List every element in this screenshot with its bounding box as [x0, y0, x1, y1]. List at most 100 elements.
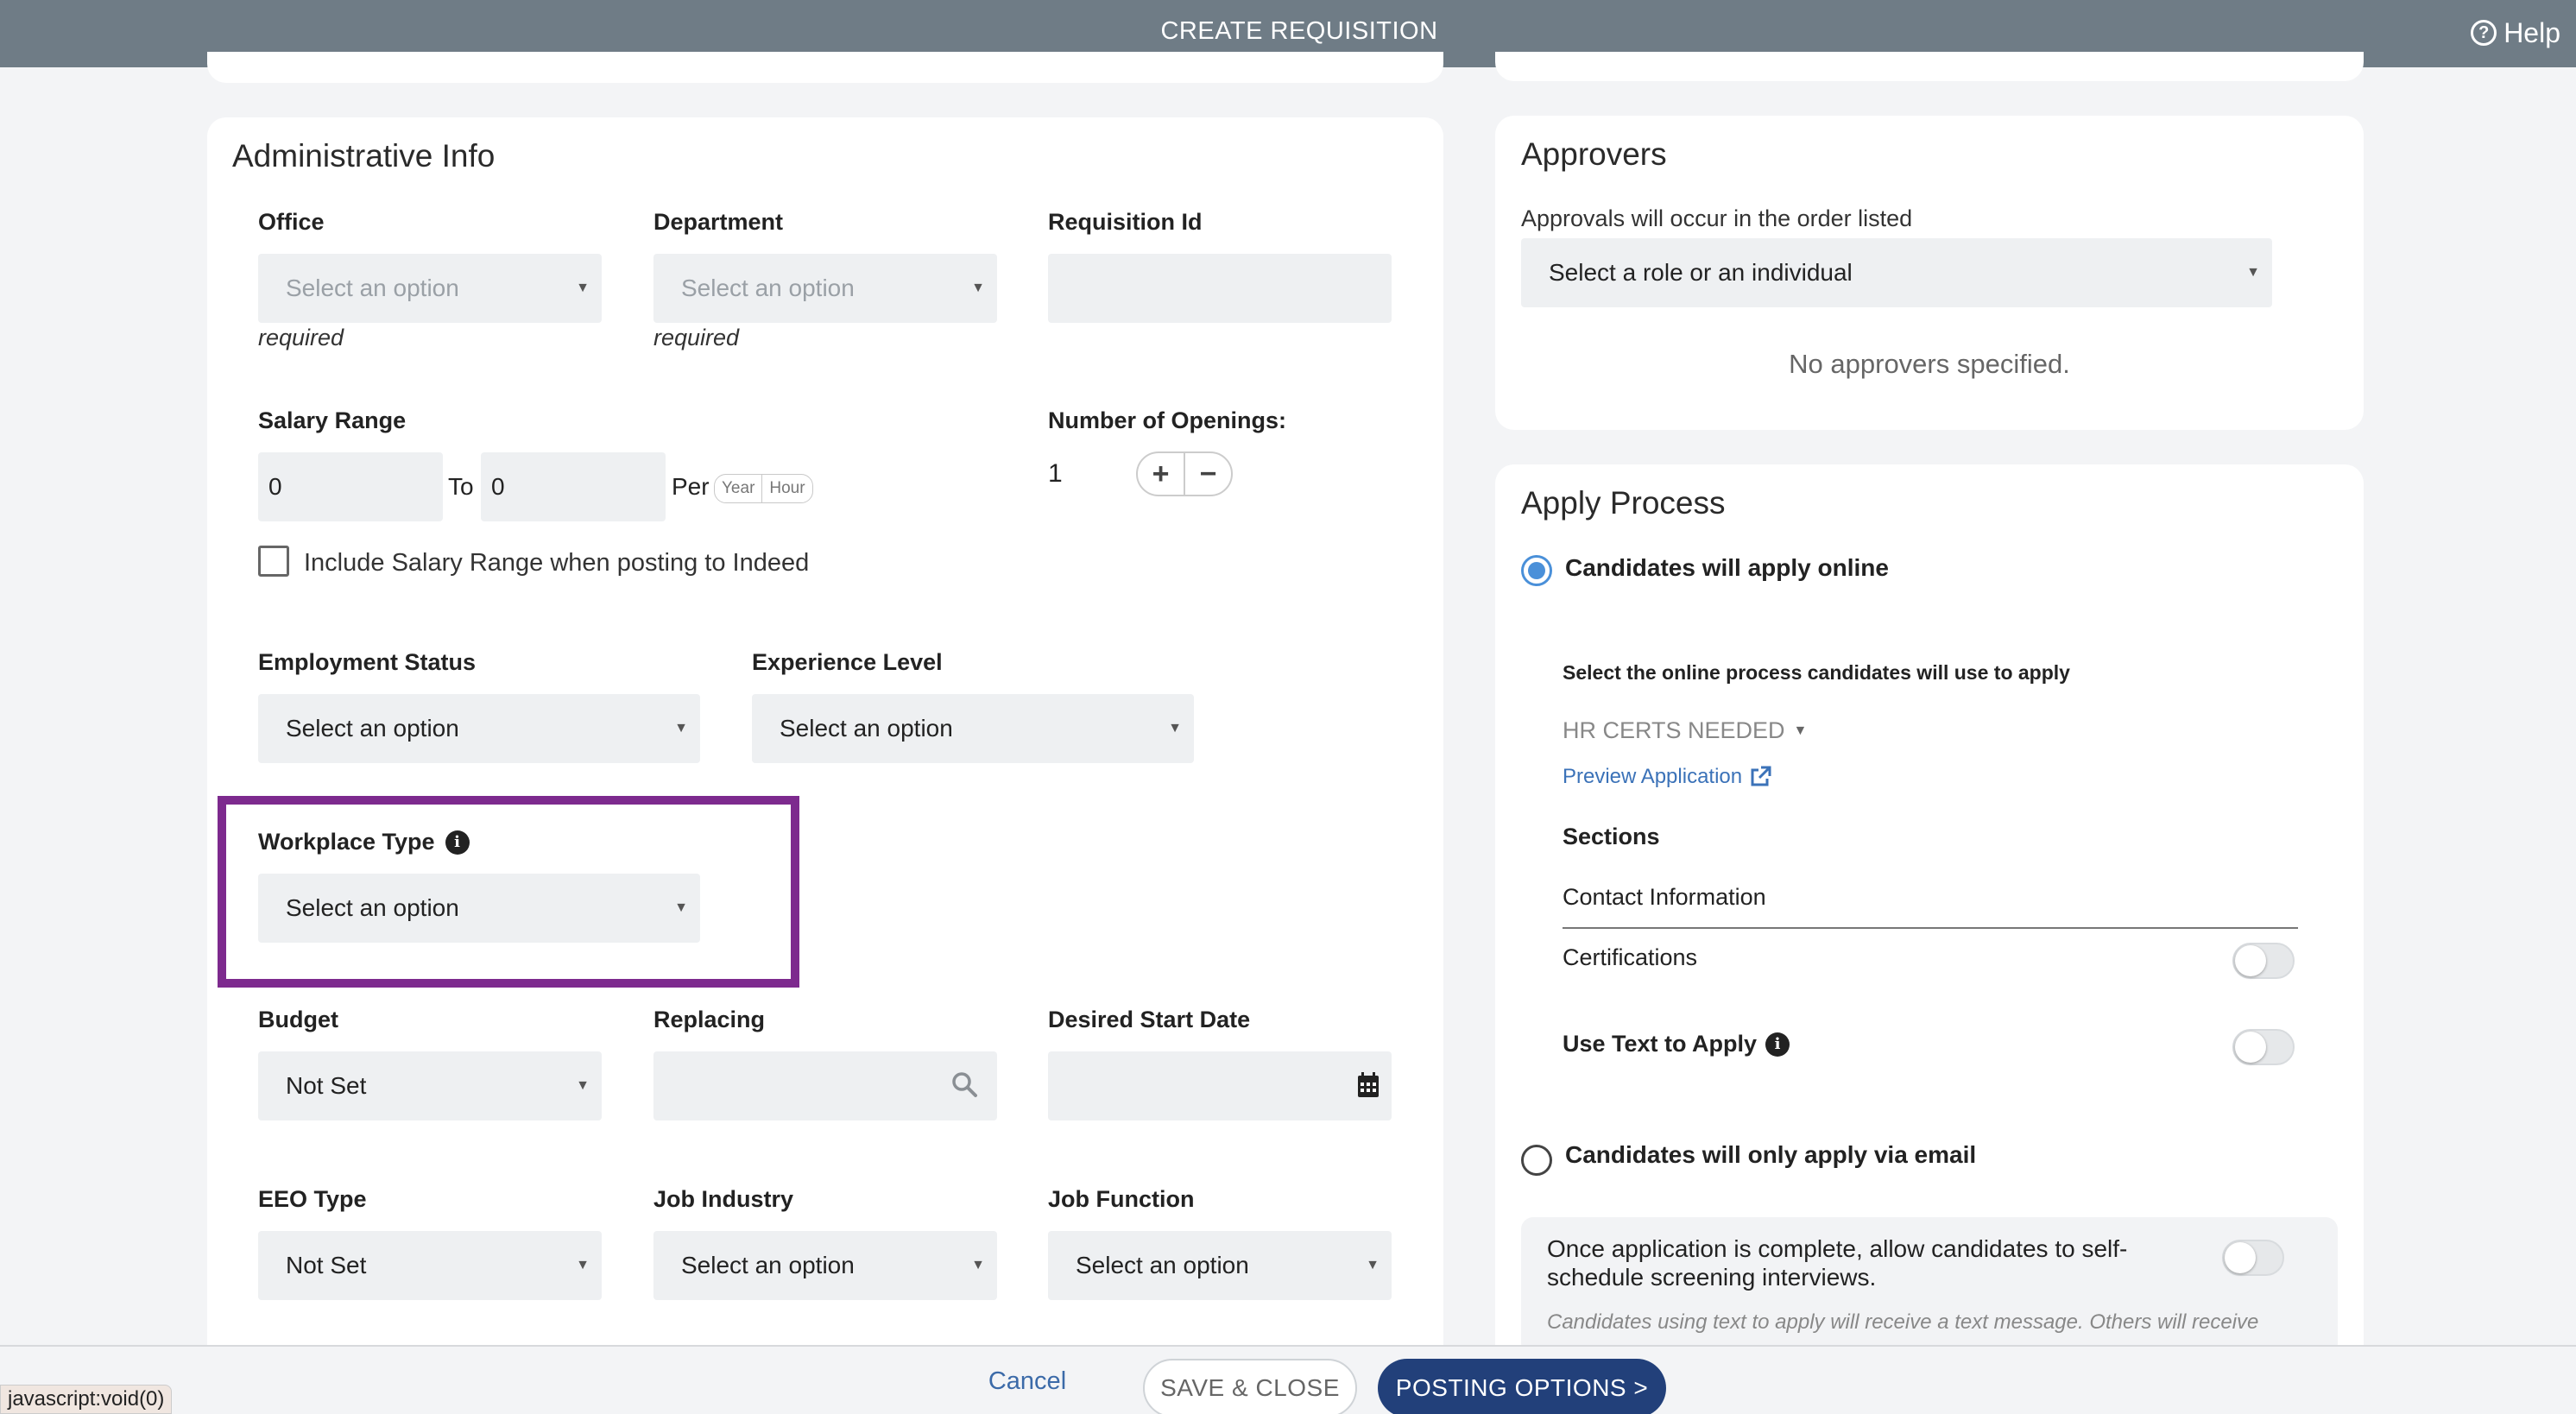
save-close-button[interactable]: SAVE & CLOSE: [1143, 1359, 1357, 1414]
posting-options-button[interactable]: POSTING OPTIONS >: [1378, 1359, 1666, 1414]
help-label: Help: [2503, 16, 2560, 48]
workplace-type-label-row: Workplace Type i: [258, 829, 470, 855]
workplace-type-select[interactable]: Select an option ▼: [258, 874, 700, 943]
desired-start-date-input[interactable]: [1048, 1051, 1392, 1120]
job-industry-select[interactable]: Select an option ▼: [653, 1231, 997, 1300]
previous-card-bottom-right: [1495, 52, 2364, 81]
chevron-down-icon: ▼: [576, 1078, 590, 1093]
salary-period-toggle[interactable]: Year Hour: [714, 474, 813, 503]
calendar-icon[interactable]: [1357, 1072, 1380, 1098]
previous-card-bottom: [207, 52, 1443, 83]
include-salary-checkbox[interactable]: [258, 546, 289, 577]
sections-label: Sections: [1563, 824, 1660, 849]
salary-from-value: 0: [268, 473, 282, 500]
employment-status-value: Select an option: [286, 715, 459, 742]
department-label: Department: [653, 209, 784, 235]
salary-to-input[interactable]: 0: [481, 452, 666, 521]
radio-dot: [1528, 562, 1545, 579]
job-function-value: Select an option: [1076, 1252, 1249, 1278]
text-to-apply-toggle[interactable]: [2232, 1029, 2295, 1065]
replacing-label: Replacing: [653, 1007, 766, 1032]
apply-email-radio[interactable]: [1521, 1145, 1552, 1176]
caret-down-icon: ▼: [1793, 723, 1808, 738]
chevron-down-icon: ▼: [1366, 1258, 1380, 1272]
apply-online-radio[interactable]: [1521, 555, 1552, 586]
eeo-type-value: Not Set: [286, 1252, 367, 1278]
chevron-down-icon: ▼: [576, 1258, 590, 1272]
employment-status-label: Employment Status: [258, 649, 477, 675]
salary-range-label: Salary Range: [258, 407, 407, 433]
text-to-apply-label: Use Text to Apply: [1563, 1031, 1758, 1057]
salary-from-input[interactable]: 0: [258, 452, 443, 521]
help-button[interactable]: ? Help: [2471, 12, 2560, 54]
job-industry-value: Select an option: [681, 1252, 855, 1278]
apply-process-title: Apply Process: [1521, 485, 1726, 521]
section-divider: [1563, 927, 2298, 929]
openings-label: Number of Openings:: [1048, 407, 1286, 433]
office-required-hint: required: [258, 325, 344, 350]
chevron-down-icon: ▼: [674, 721, 688, 735]
approvers-title: Approvers: [1521, 136, 1667, 172]
certifications-toggle[interactable]: [2232, 943, 2295, 979]
help-icon: ?: [2471, 20, 2497, 46]
status-bar-url: javascript:void(0): [0, 1385, 173, 1414]
approver-select-value: Select a role or an individual: [1549, 259, 1853, 286]
job-function-label: Job Function: [1048, 1186, 1195, 1212]
experience-level-value: Select an option: [780, 715, 953, 742]
preview-application-label: Preview Application: [1563, 765, 1743, 788]
minus-icon[interactable]: −: [1184, 453, 1231, 495]
chevron-down-icon: ▼: [674, 900, 688, 915]
experience-level-select[interactable]: Select an option ▼: [752, 694, 1194, 763]
approvers-note: Approvals will occur in the order listed: [1521, 205, 1913, 231]
eeo-type-select[interactable]: Not Set ▼: [258, 1231, 602, 1300]
info-icon[interactable]: i: [445, 830, 470, 855]
cancel-button[interactable]: Cancel: [967, 1355, 1088, 1407]
department-select-value: Select an option: [681, 275, 855, 301]
process-dropdown[interactable]: HR CERTS NEEDED ▼: [1563, 717, 1807, 744]
department-select[interactable]: Select an option ▼: [653, 254, 997, 323]
plus-icon[interactable]: +: [1138, 453, 1184, 495]
apply-email-label: Candidates will only apply via email: [1565, 1141, 1977, 1168]
salary-per-label: Per: [672, 473, 710, 500]
employment-status-select[interactable]: Select an option ▼: [258, 694, 700, 763]
eeo-type-label: EEO Type: [258, 1186, 367, 1212]
apply-online-label: Candidates will apply online: [1565, 554, 1889, 581]
openings-stepper[interactable]: + −: [1136, 451, 1233, 496]
openings-value: 1: [1048, 459, 1063, 488]
chevron-down-icon: ▼: [2246, 265, 2260, 280]
approver-select[interactable]: Select a role or an individual ▼: [1521, 238, 2272, 307]
salary-period-hour[interactable]: Hour: [761, 475, 811, 502]
self-schedule-toggle[interactable]: [2222, 1240, 2284, 1276]
workplace-type-value: Select an option: [286, 894, 459, 921]
replacing-input[interactable]: [653, 1051, 997, 1120]
chevron-down-icon: ▼: [971, 281, 985, 295]
no-approvers-text: No approvers specified.: [1789, 349, 2070, 379]
experience-level-label: Experience Level: [752, 649, 943, 675]
office-select-value: Select an option: [286, 275, 459, 301]
salary-to-value: 0: [491, 473, 505, 500]
desired-start-date-value: [1048, 1072, 1058, 1099]
select-process-label: Select the online process candidates wil…: [1563, 661, 2070, 684]
administrative-info-title: Administrative Info: [232, 138, 496, 174]
section-contact-information: Contact Information: [1563, 884, 1766, 910]
external-link-icon: [1751, 766, 1771, 786]
chevron-down-icon: ▼: [971, 1258, 985, 1272]
search-icon: [952, 1072, 977, 1097]
chevron-down-icon: ▼: [576, 281, 590, 295]
chevron-down-icon: ▼: [1168, 721, 1182, 735]
requisition-id-label: Requisition Id: [1048, 209, 1203, 235]
department-required-hint: required: [653, 325, 740, 350]
requisition-id-input[interactable]: [1048, 254, 1392, 323]
office-select[interactable]: Select an option ▼: [258, 254, 602, 323]
desired-start-date-label: Desired Start Date: [1048, 1007, 1251, 1032]
workplace-type-label: Workplace Type: [258, 829, 435, 855]
salary-period-year[interactable]: Year: [715, 475, 761, 502]
preview-application-link[interactable]: Preview Application: [1563, 765, 1771, 789]
job-industry-label: Job Industry: [653, 1186, 794, 1212]
budget-label: Budget: [258, 1007, 338, 1032]
job-function-select[interactable]: Select an option ▼: [1048, 1231, 1392, 1300]
office-label: Office: [258, 209, 325, 235]
salary-to-label: To: [448, 473, 474, 500]
budget-select[interactable]: Not Set ▼: [258, 1051, 602, 1120]
info-icon[interactable]: i: [1765, 1032, 1790, 1057]
